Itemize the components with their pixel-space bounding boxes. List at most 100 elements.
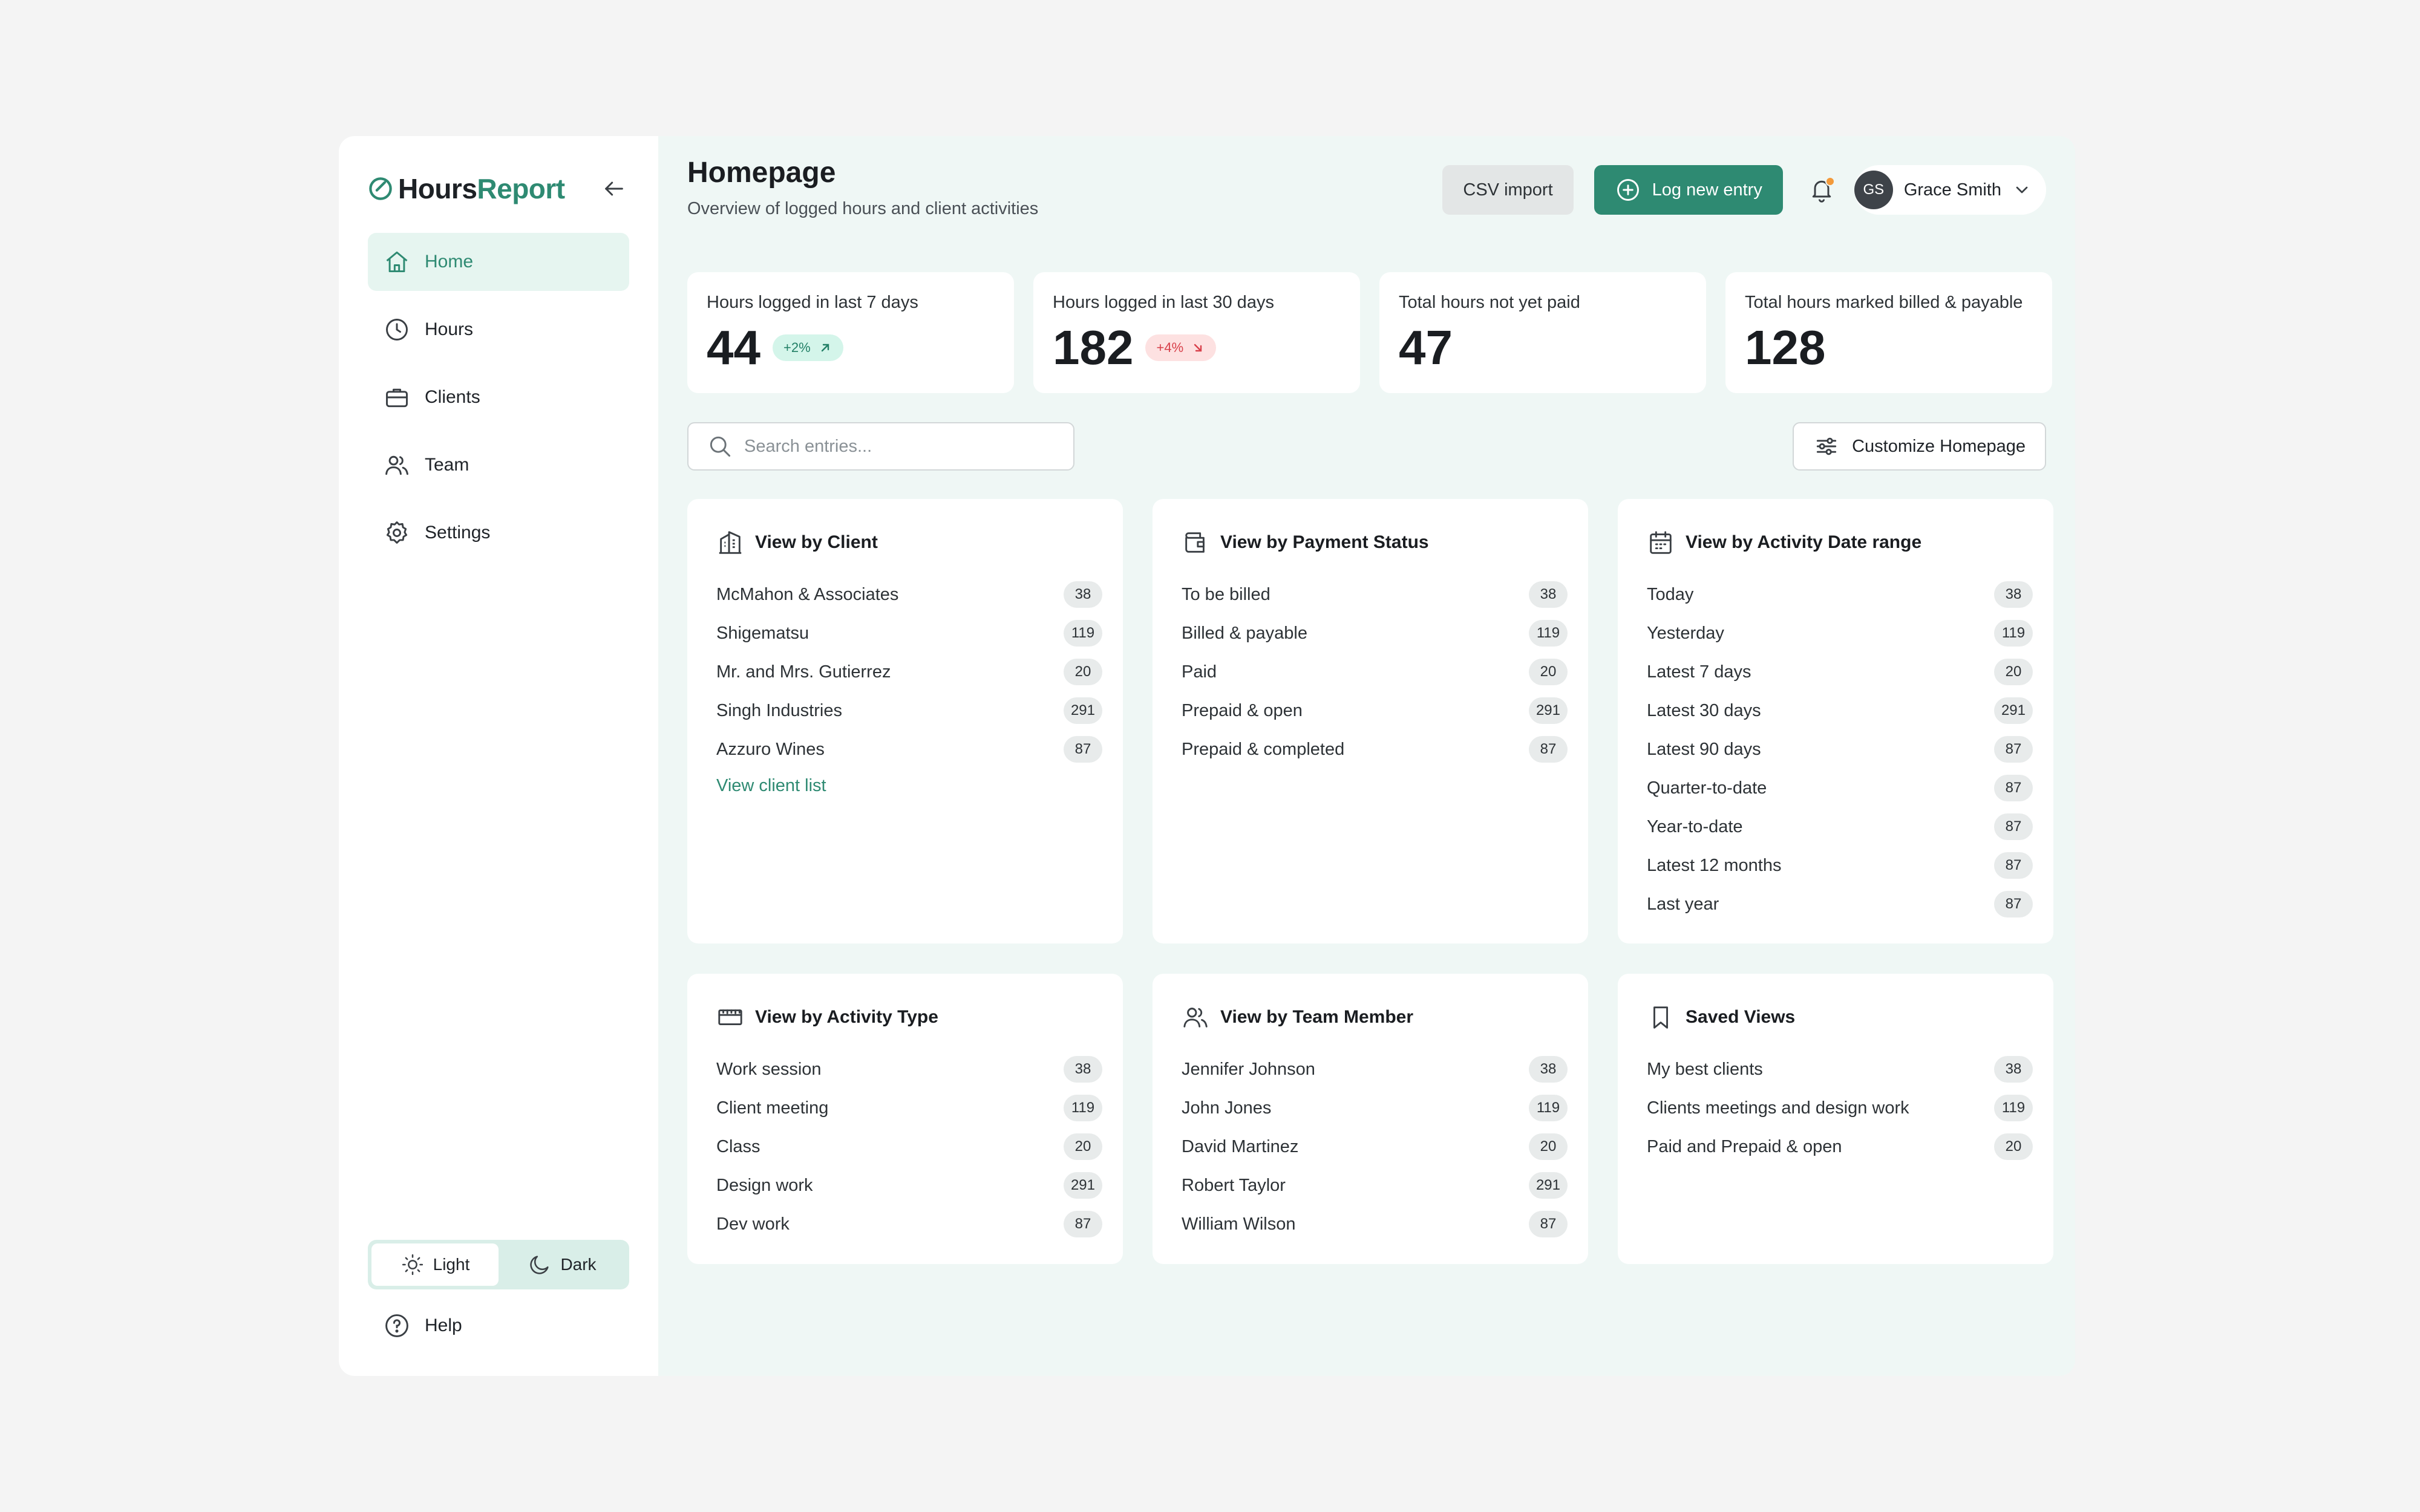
list-item[interactable]: Year-to-date 87	[1647, 807, 2033, 846]
theme-light-button[interactable]: Light	[371, 1243, 499, 1286]
trend-badge: +2%	[772, 334, 843, 361]
customize-homepage-button[interactable]: Customize Homepage	[1793, 422, 2046, 471]
sidebar-item-settings[interactable]: Settings	[368, 504, 629, 562]
list-item[interactable]: Today 38	[1647, 575, 2033, 614]
row-label: Singh Industries	[716, 700, 842, 720]
row-label: Last year	[1647, 894, 1719, 914]
list-item[interactable]: Yesterday 119	[1647, 614, 2033, 653]
list-item[interactable]: Robert Taylor 291	[1182, 1166, 1568, 1205]
search-input[interactable]	[744, 436, 1059, 457]
list-item[interactable]: Class 20	[716, 1127, 1102, 1166]
sidebar-item-team[interactable]: Team	[368, 436, 629, 494]
app-window: HoursReport Home Hours Clients Team Sett…	[339, 136, 2075, 1376]
list-item[interactable]: Clients meetings and design work 119	[1647, 1089, 2033, 1127]
count-badge: 87	[1994, 775, 2033, 801]
list-item[interactable]: Shigematsu 119	[716, 614, 1102, 653]
row-label: McMahon & Associates	[716, 584, 899, 604]
row-label: To be billed	[1182, 584, 1270, 604]
count-badge: 20	[1529, 1133, 1568, 1160]
list-item[interactable]: Prepaid & completed 87	[1182, 730, 1568, 769]
list-item[interactable]: Latest 90 days 87	[1647, 730, 2033, 769]
list-item[interactable]: Latest 12 months 87	[1647, 846, 2033, 885]
stat-card: Total hours not yet paid 47	[1379, 272, 1706, 393]
list-item[interactable]: Billed & payable 119	[1182, 614, 1568, 653]
list-item[interactable]: John Jones 119	[1182, 1089, 1568, 1127]
sidebar-item-hours[interactable]: Hours	[368, 301, 629, 359]
row-label: Latest 7 days	[1647, 662, 1751, 682]
row-label: Design work	[716, 1175, 813, 1195]
theme-dark-button[interactable]: Dark	[499, 1243, 626, 1286]
briefcase-icon	[386, 388, 408, 408]
plus-circle-icon	[1617, 179, 1639, 201]
list-item[interactable]: Mr. and Mrs. Gutierrez 20	[716, 653, 1102, 691]
page-subtitle: Overview of logged hours and client acti…	[687, 199, 1039, 218]
count-badge: 87	[1529, 1211, 1568, 1237]
list-item[interactable]: McMahon & Associates 38	[716, 575, 1102, 614]
stats-row: Hours logged in last 7 days 44 +2% Hours…	[687, 272, 2052, 393]
view-by-client-card: View by Client McMahon & Associates 38 Sh…	[687, 499, 1123, 943]
brand-logo[interactable]: HoursReport	[368, 158, 565, 219]
list-item[interactable]: Client meeting 119	[716, 1089, 1102, 1127]
list-item[interactable]: Azzuro Wines 87	[716, 730, 1102, 769]
list-item[interactable]: Singh Industries 291	[716, 691, 1102, 730]
building-icon	[719, 531, 742, 554]
customize-homepage-label: Customize Homepage	[1852, 436, 2026, 456]
chevron-down-icon	[2016, 186, 2028, 194]
row-label: My best clients	[1647, 1059, 1763, 1079]
list-item[interactable]: Dev work 87	[716, 1205, 1102, 1243]
count-badge: 291	[1528, 697, 1568, 724]
list-item[interactable]: Jennifer Johnson 38	[1182, 1050, 1568, 1089]
card-title: View by Activity Date range	[1686, 532, 1922, 552]
count-badge: 20	[1529, 659, 1568, 685]
log-new-entry-button[interactable]: Log new entry	[1594, 165, 1783, 215]
arrow-down-right-icon	[1194, 344, 1202, 352]
stat-card: Total hours marked billed & payable 128	[1725, 272, 2052, 393]
stat-value: 44	[707, 321, 760, 374]
sliders-icon	[1816, 437, 1837, 455]
count-badge: 38	[1994, 581, 2033, 608]
users-icon	[1183, 1008, 1208, 1028]
count-badge: 119	[1064, 620, 1102, 647]
stat-card: Hours logged in last 7 days 44 +2%	[687, 272, 1014, 393]
list-item[interactable]: Quarter-to-date 87	[1647, 769, 2033, 807]
row-label: Shigematsu	[716, 623, 809, 643]
row-label: Yesterday	[1647, 623, 1724, 643]
count-badge: 38	[1529, 581, 1568, 608]
count-badge: 38	[1064, 1056, 1102, 1083]
list-item[interactable]: Paid 20	[1182, 653, 1568, 691]
stat-value: 128	[1745, 321, 1826, 374]
list-item[interactable]: Design work 291	[716, 1166, 1102, 1205]
sidebar-item-label: Settings	[425, 523, 491, 543]
row-label: Azzuro Wines	[716, 739, 825, 759]
bookmark-icon	[1653, 1006, 1668, 1029]
list-item[interactable]: My best clients 38	[1647, 1050, 2033, 1089]
help-label: Help	[425, 1315, 462, 1335]
csv-import-button[interactable]: CSV import	[1442, 165, 1574, 215]
wallet-icon	[1185, 532, 1205, 553]
card-title: View by Activity Type	[755, 1007, 938, 1027]
list-item[interactable]: To be billed 38	[1182, 575, 1568, 614]
sidebar-item-clients[interactable]: Clients	[368, 368, 629, 426]
card-title: View by Team Member	[1220, 1007, 1414, 1027]
sidebar-item-label: Hours	[425, 319, 474, 339]
card-title: View by Client	[755, 532, 878, 552]
view-client-list-link[interactable]: View client list	[716, 769, 1102, 803]
count-badge: 87	[1994, 736, 2033, 763]
list-item[interactable]: Last year 87	[1647, 885, 2033, 924]
list-item[interactable]: William Wilson 87	[1182, 1205, 1568, 1243]
list-item[interactable]: David Martinez 20	[1182, 1127, 1568, 1166]
sidebar-item-home[interactable]: Home	[368, 233, 629, 291]
list-item[interactable]: Latest 7 days 20	[1647, 653, 2033, 691]
notifications-button[interactable]	[1804, 172, 1840, 208]
count-badge: 87	[1994, 891, 2033, 917]
collapse-sidebar-button[interactable]	[599, 174, 629, 204]
user-menu[interactable]: GS Grace Smith	[1854, 165, 2046, 215]
list-item[interactable]: Prepaid & open 291	[1182, 691, 1568, 730]
help-link[interactable]: Help	[384, 1312, 462, 1339]
list-item[interactable]: Work session 38	[716, 1050, 1102, 1089]
row-label: Client meeting	[716, 1098, 829, 1118]
list-item[interactable]: Latest 30 days 291	[1647, 691, 2033, 730]
list-item[interactable]: Paid and Prepaid & open 20	[1647, 1127, 2033, 1166]
theme-light-label: Light	[433, 1255, 470, 1274]
stat-value: 47	[1399, 321, 1453, 374]
